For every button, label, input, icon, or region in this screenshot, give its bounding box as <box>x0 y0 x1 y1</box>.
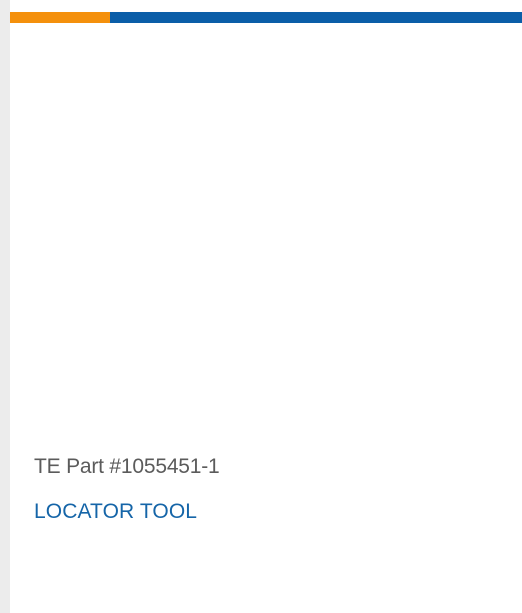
left-border-divider <box>0 0 10 613</box>
accent-bar-orange-segment <box>10 12 110 23</box>
locator-tool-link[interactable]: LOCATOR TOOL <box>34 500 197 524</box>
card-accent-bar <box>10 12 522 23</box>
part-number-label: TE Part #1055451-1 <box>34 455 220 478</box>
accent-bar-blue-segment <box>110 12 522 23</box>
